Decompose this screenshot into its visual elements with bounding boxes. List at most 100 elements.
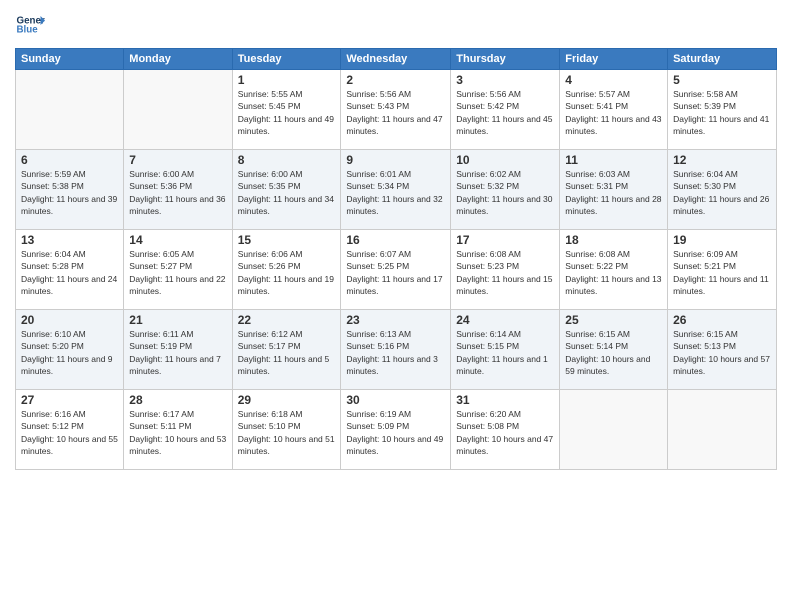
calendar-cell (124, 70, 232, 150)
calendar-cell: 29Sunrise: 6:18 AMSunset: 5:10 PMDayligh… (232, 390, 341, 470)
calendar-cell: 18Sunrise: 6:08 AMSunset: 5:22 PMDayligh… (560, 230, 668, 310)
day-number: 23 (346, 313, 445, 327)
day-info: Sunrise: 6:18 AMSunset: 5:10 PMDaylight:… (238, 408, 336, 457)
calendar-cell: 16Sunrise: 6:07 AMSunset: 5:25 PMDayligh… (341, 230, 451, 310)
calendar-cell: 12Sunrise: 6:04 AMSunset: 5:30 PMDayligh… (668, 150, 777, 230)
day-info: Sunrise: 5:55 AMSunset: 5:45 PMDaylight:… (238, 88, 336, 137)
day-info: Sunrise: 6:13 AMSunset: 5:16 PMDaylight:… (346, 328, 445, 377)
page-header: General Blue (15, 10, 777, 40)
day-number: 1 (238, 73, 336, 87)
logo-icon: General Blue (15, 10, 45, 40)
day-info: Sunrise: 5:57 AMSunset: 5:41 PMDaylight:… (565, 88, 662, 137)
day-number: 10 (456, 153, 554, 167)
day-number: 19 (673, 233, 771, 247)
calendar-cell: 28Sunrise: 6:17 AMSunset: 5:11 PMDayligh… (124, 390, 232, 470)
svg-text:Blue: Blue (17, 25, 39, 36)
weekday-header-wednesday: Wednesday (341, 49, 451, 70)
day-number: 8 (238, 153, 336, 167)
day-number: 29 (238, 393, 336, 407)
day-info: Sunrise: 6:16 AMSunset: 5:12 PMDaylight:… (21, 408, 118, 457)
day-info: Sunrise: 6:00 AMSunset: 5:36 PMDaylight:… (129, 168, 226, 217)
day-info: Sunrise: 5:56 AMSunset: 5:43 PMDaylight:… (346, 88, 445, 137)
day-info: Sunrise: 6:08 AMSunset: 5:22 PMDaylight:… (565, 248, 662, 297)
day-number: 21 (129, 313, 226, 327)
day-number: 3 (456, 73, 554, 87)
calendar-cell: 19Sunrise: 6:09 AMSunset: 5:21 PMDayligh… (668, 230, 777, 310)
day-info: Sunrise: 6:05 AMSunset: 5:27 PMDaylight:… (129, 248, 226, 297)
day-info: Sunrise: 6:10 AMSunset: 5:20 PMDaylight:… (21, 328, 118, 377)
weekday-header-saturday: Saturday (668, 49, 777, 70)
calendar: SundayMondayTuesdayWednesdayThursdayFrid… (15, 48, 777, 470)
day-number: 25 (565, 313, 662, 327)
day-info: Sunrise: 6:15 AMSunset: 5:14 PMDaylight:… (565, 328, 662, 377)
calendar-cell: 22Sunrise: 6:12 AMSunset: 5:17 PMDayligh… (232, 310, 341, 390)
calendar-cell: 4Sunrise: 5:57 AMSunset: 5:41 PMDaylight… (560, 70, 668, 150)
day-info: Sunrise: 6:19 AMSunset: 5:09 PMDaylight:… (346, 408, 445, 457)
calendar-cell: 26Sunrise: 6:15 AMSunset: 5:13 PMDayligh… (668, 310, 777, 390)
day-info: Sunrise: 5:59 AMSunset: 5:38 PMDaylight:… (21, 168, 118, 217)
calendar-cell: 24Sunrise: 6:14 AMSunset: 5:15 PMDayligh… (451, 310, 560, 390)
calendar-cell: 14Sunrise: 6:05 AMSunset: 5:27 PMDayligh… (124, 230, 232, 310)
day-number: 14 (129, 233, 226, 247)
day-info: Sunrise: 6:14 AMSunset: 5:15 PMDaylight:… (456, 328, 554, 377)
day-info: Sunrise: 6:17 AMSunset: 5:11 PMDaylight:… (129, 408, 226, 457)
calendar-cell: 1Sunrise: 5:55 AMSunset: 5:45 PMDaylight… (232, 70, 341, 150)
calendar-cell: 27Sunrise: 6:16 AMSunset: 5:12 PMDayligh… (16, 390, 124, 470)
day-number: 28 (129, 393, 226, 407)
calendar-cell: 15Sunrise: 6:06 AMSunset: 5:26 PMDayligh… (232, 230, 341, 310)
weekday-header-thursday: Thursday (451, 49, 560, 70)
calendar-cell: 13Sunrise: 6:04 AMSunset: 5:28 PMDayligh… (16, 230, 124, 310)
calendar-cell: 20Sunrise: 6:10 AMSunset: 5:20 PMDayligh… (16, 310, 124, 390)
day-number: 22 (238, 313, 336, 327)
calendar-cell: 25Sunrise: 6:15 AMSunset: 5:14 PMDayligh… (560, 310, 668, 390)
day-number: 4 (565, 73, 662, 87)
calendar-cell: 31Sunrise: 6:20 AMSunset: 5:08 PMDayligh… (451, 390, 560, 470)
day-number: 31 (456, 393, 554, 407)
day-number: 12 (673, 153, 771, 167)
day-number: 27 (21, 393, 118, 407)
day-number: 18 (565, 233, 662, 247)
calendar-cell: 17Sunrise: 6:08 AMSunset: 5:23 PMDayligh… (451, 230, 560, 310)
day-number: 17 (456, 233, 554, 247)
calendar-cell: 7Sunrise: 6:00 AMSunset: 5:36 PMDaylight… (124, 150, 232, 230)
calendar-cell: 3Sunrise: 5:56 AMSunset: 5:42 PMDaylight… (451, 70, 560, 150)
day-info: Sunrise: 6:07 AMSunset: 5:25 PMDaylight:… (346, 248, 445, 297)
week-row-4: 20Sunrise: 6:10 AMSunset: 5:20 PMDayligh… (16, 310, 777, 390)
day-number: 30 (346, 393, 445, 407)
day-number: 2 (346, 73, 445, 87)
calendar-cell: 10Sunrise: 6:02 AMSunset: 5:32 PMDayligh… (451, 150, 560, 230)
calendar-cell: 21Sunrise: 6:11 AMSunset: 5:19 PMDayligh… (124, 310, 232, 390)
calendar-cell (668, 390, 777, 470)
weekday-header-tuesday: Tuesday (232, 49, 341, 70)
calendar-cell (560, 390, 668, 470)
day-number: 24 (456, 313, 554, 327)
day-number: 7 (129, 153, 226, 167)
weekday-header-monday: Monday (124, 49, 232, 70)
calendar-cell: 30Sunrise: 6:19 AMSunset: 5:09 PMDayligh… (341, 390, 451, 470)
day-info: Sunrise: 6:12 AMSunset: 5:17 PMDaylight:… (238, 328, 336, 377)
day-number: 11 (565, 153, 662, 167)
day-info: Sunrise: 6:06 AMSunset: 5:26 PMDaylight:… (238, 248, 336, 297)
calendar-cell: 9Sunrise: 6:01 AMSunset: 5:34 PMDaylight… (341, 150, 451, 230)
week-row-3: 13Sunrise: 6:04 AMSunset: 5:28 PMDayligh… (16, 230, 777, 310)
week-row-2: 6Sunrise: 5:59 AMSunset: 5:38 PMDaylight… (16, 150, 777, 230)
day-number: 26 (673, 313, 771, 327)
calendar-cell: 2Sunrise: 5:56 AMSunset: 5:43 PMDaylight… (341, 70, 451, 150)
day-info: Sunrise: 6:02 AMSunset: 5:32 PMDaylight:… (456, 168, 554, 217)
calendar-cell: 6Sunrise: 5:59 AMSunset: 5:38 PMDaylight… (16, 150, 124, 230)
day-info: Sunrise: 6:01 AMSunset: 5:34 PMDaylight:… (346, 168, 445, 217)
day-number: 5 (673, 73, 771, 87)
day-number: 9 (346, 153, 445, 167)
day-number: 13 (21, 233, 118, 247)
day-info: Sunrise: 6:04 AMSunset: 5:28 PMDaylight:… (21, 248, 118, 297)
week-row-1: 1Sunrise: 5:55 AMSunset: 5:45 PMDaylight… (16, 70, 777, 150)
day-info: Sunrise: 6:03 AMSunset: 5:31 PMDaylight:… (565, 168, 662, 217)
day-info: Sunrise: 5:58 AMSunset: 5:39 PMDaylight:… (673, 88, 771, 137)
calendar-cell: 5Sunrise: 5:58 AMSunset: 5:39 PMDaylight… (668, 70, 777, 150)
day-info: Sunrise: 6:11 AMSunset: 5:19 PMDaylight:… (129, 328, 226, 377)
day-number: 20 (21, 313, 118, 327)
week-row-5: 27Sunrise: 6:16 AMSunset: 5:12 PMDayligh… (16, 390, 777, 470)
day-info: Sunrise: 6:20 AMSunset: 5:08 PMDaylight:… (456, 408, 554, 457)
calendar-cell: 11Sunrise: 6:03 AMSunset: 5:31 PMDayligh… (560, 150, 668, 230)
calendar-cell: 23Sunrise: 6:13 AMSunset: 5:16 PMDayligh… (341, 310, 451, 390)
